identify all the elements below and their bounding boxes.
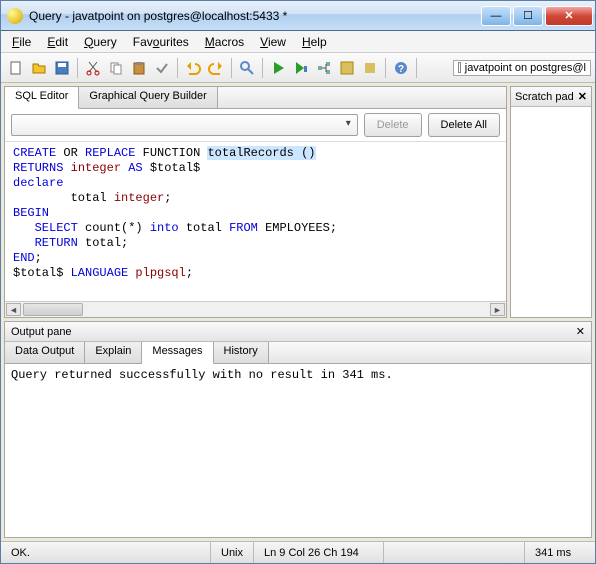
output-close-icon[interactable]: ✕ — [576, 325, 585, 338]
explain-icon[interactable] — [313, 57, 335, 79]
svg-text:?: ? — [398, 64, 404, 75]
output-panel: Output pane ✕ Data Output Explain Messag… — [4, 321, 592, 538]
minimize-button[interactable]: — — [481, 6, 511, 26]
body-area: SQL Editor Graphical Query Builder Delet… — [1, 83, 595, 541]
tab-explain[interactable]: Explain — [85, 342, 142, 363]
save-icon[interactable] — [51, 57, 73, 79]
output-tabs: Data Output Explain Messages History — [5, 342, 591, 364]
window-buttons: — ☐ ✕ — [479, 6, 593, 26]
tab-data-output[interactable]: Data Output — [5, 342, 85, 363]
explain-analyze-icon[interactable] — [336, 57, 358, 79]
connection-combo[interactable]: javatpoint on postgres@l — [453, 60, 591, 76]
redo-icon[interactable] — [205, 57, 227, 79]
scratch-title: Scratch pad — [515, 91, 574, 103]
menu-file[interactable]: File — [5, 33, 38, 51]
menu-help[interactable]: Help — [295, 33, 334, 51]
undo-icon[interactable] — [182, 57, 204, 79]
editor-toolbar: Delete Delete All — [5, 109, 506, 142]
status-position: Ln 9 Col 26 Ch 194 — [254, 542, 384, 563]
scratch-close-icon[interactable]: ✕ — [578, 90, 587, 103]
editor-hscroll[interactable]: ◄ ► — [5, 301, 506, 317]
scratch-body[interactable] — [511, 107, 591, 317]
status-time: 341 ms — [525, 542, 595, 563]
status-encoding: Unix — [211, 542, 254, 563]
output-header: Output pane ✕ — [5, 322, 591, 342]
connection-checkbox[interactable] — [458, 62, 461, 73]
menu-edit[interactable]: Edit — [40, 33, 75, 51]
status-spacer — [384, 542, 525, 563]
toolbar-sep — [231, 58, 232, 78]
status-ok: OK. — [1, 542, 211, 563]
connection-label: javatpoint on postgres@l — [465, 62, 586, 74]
sql-editor[interactable]: CREATE OR REPLACE FUNCTION totalRecords … — [5, 142, 506, 301]
menu-view[interactable]: View — [253, 33, 293, 51]
statusbar: OK. Unix Ln 9 Col 26 Ch 194 341 ms — [1, 541, 595, 563]
tab-gqb[interactable]: Graphical Query Builder — [79, 87, 217, 108]
upper-panes: SQL Editor Graphical Query Builder Delet… — [4, 86, 592, 318]
delete-all-button[interactable]: Delete All — [428, 113, 500, 137]
toolbar: ? javatpoint on postgres@l — [1, 53, 595, 83]
titlebar[interactable]: Query - javatpoint on postgres@localhost… — [1, 1, 595, 31]
execute-icon[interactable] — [267, 57, 289, 79]
toolbar-sep — [177, 58, 178, 78]
scroll-right-icon[interactable]: ► — [490, 303, 505, 316]
tab-messages[interactable]: Messages — [142, 342, 213, 364]
menubar: File Edit Query Favourites Macros View H… — [1, 31, 595, 53]
menu-query[interactable]: Query — [77, 33, 124, 51]
scratch-pad: Scratch pad ✕ — [510, 86, 592, 318]
open-icon[interactable] — [28, 57, 50, 79]
toolbar-sep — [77, 58, 78, 78]
output-title: Output pane — [11, 326, 72, 338]
window-title: Query - javatpoint on postgres@localhost… — [29, 9, 479, 23]
menu-macros[interactable]: Macros — [198, 33, 251, 51]
editor-panel: SQL Editor Graphical Query Builder Delet… — [4, 86, 507, 318]
close-button[interactable]: ✕ — [545, 6, 593, 26]
help-icon[interactable]: ? — [390, 57, 412, 79]
app-window: Query - javatpoint on postgres@localhost… — [0, 0, 596, 564]
app-icon — [7, 8, 23, 24]
maximize-button[interactable]: ☐ — [513, 6, 543, 26]
toolbar-sep — [416, 58, 417, 78]
toolbar-sep — [262, 58, 263, 78]
output-message[interactable]: Query returned successfully with no resu… — [5, 364, 591, 537]
tab-sql-editor[interactable]: SQL Editor — [5, 87, 79, 109]
editor-tabs: SQL Editor Graphical Query Builder — [5, 87, 506, 109]
toolbar-sep — [385, 58, 386, 78]
cut-icon[interactable] — [82, 57, 104, 79]
delete-button[interactable]: Delete — [364, 113, 422, 137]
new-icon[interactable] — [5, 57, 27, 79]
history-combo[interactable] — [11, 114, 358, 136]
clear-icon[interactable] — [151, 57, 173, 79]
copy-icon[interactable] — [105, 57, 127, 79]
tab-history[interactable]: History — [214, 342, 269, 363]
menu-favourites[interactable]: Favourites — [126, 33, 196, 51]
scroll-thumb[interactable] — [23, 303, 83, 316]
paste-icon[interactable] — [128, 57, 150, 79]
scroll-left-icon[interactable]: ◄ — [6, 303, 21, 316]
cancel-icon[interactable] — [359, 57, 381, 79]
scratch-header: Scratch pad ✕ — [511, 87, 591, 107]
find-icon[interactable] — [236, 57, 258, 79]
execute-pgscript-icon[interactable] — [290, 57, 312, 79]
